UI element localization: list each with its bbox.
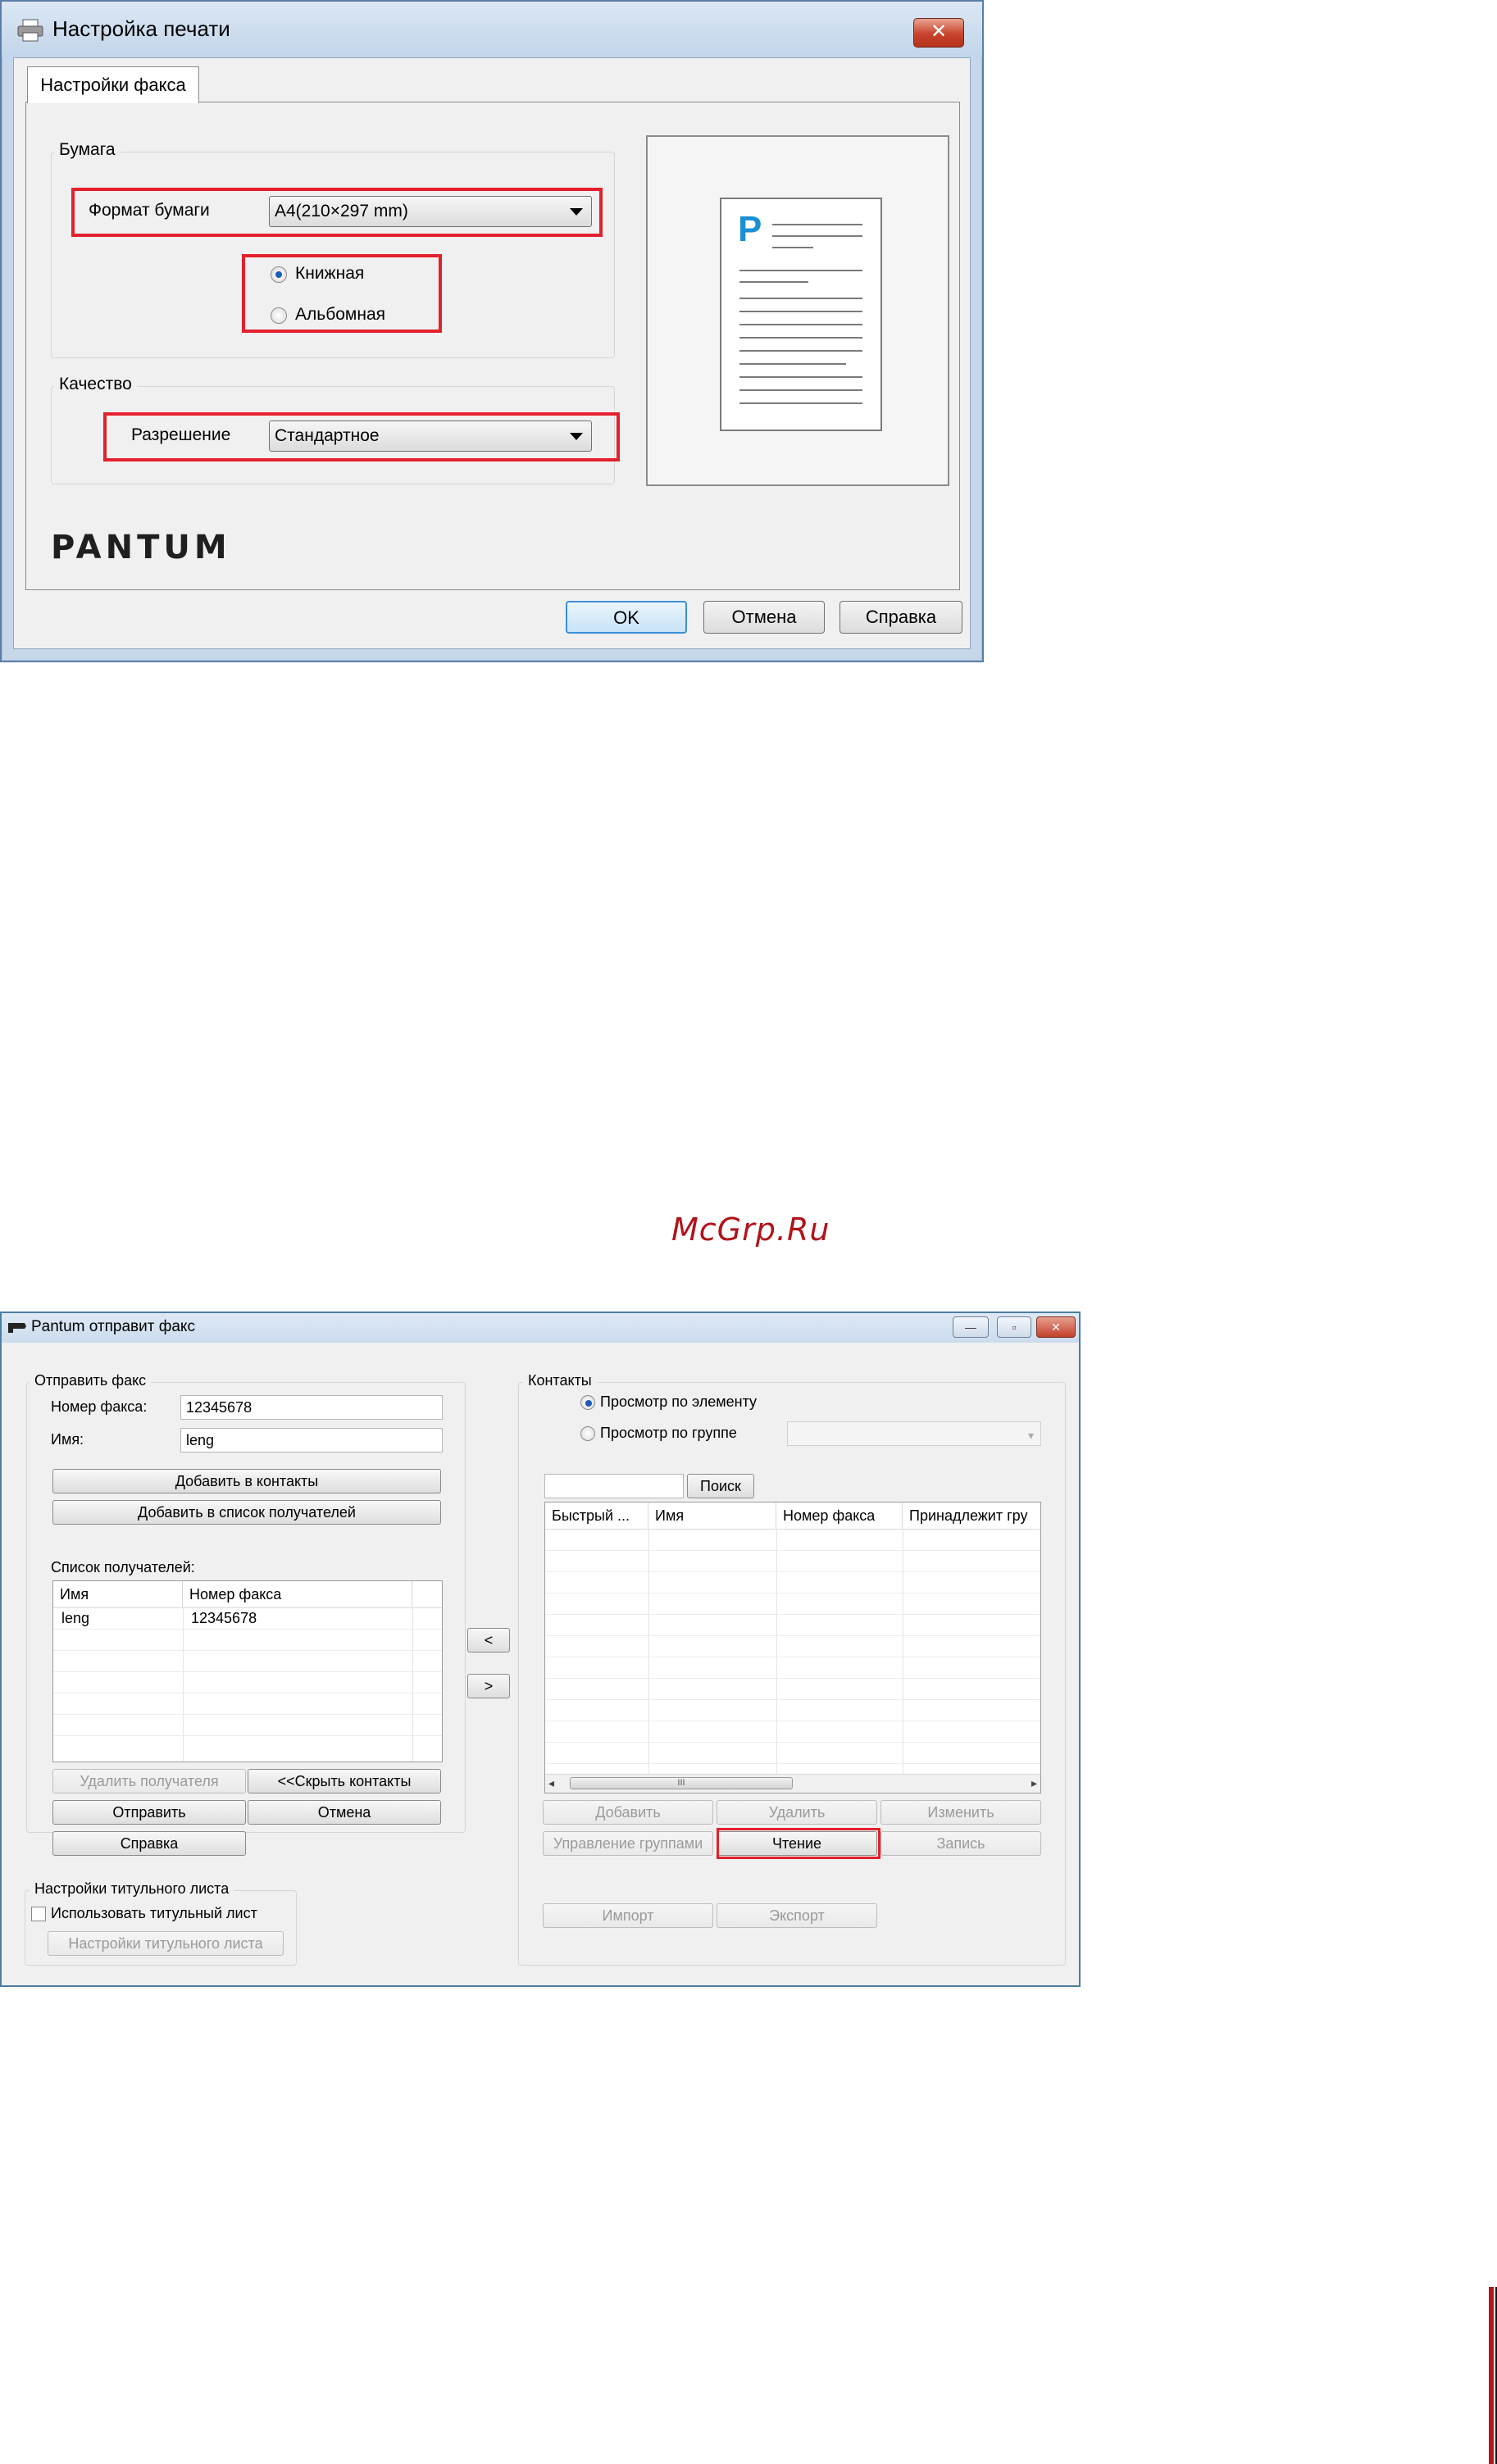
help-button[interactable]: Справка — [52, 1831, 246, 1856]
scroll-right-icon[interactable]: ▸ — [1031, 1776, 1037, 1790]
radio-portrait[interactable] — [271, 266, 287, 283]
landscape-label: Альбомная — [295, 305, 385, 324]
column-header-fax[interactable]: Номер факса — [776, 1502, 903, 1529]
table-row-fax[interactable]: 12345678 — [183, 1607, 257, 1629]
search-input[interactable] — [544, 1474, 684, 1498]
move-left-button[interactable]: < — [467, 1628, 510, 1653]
contacts-group-label: Контакты — [523, 1372, 597, 1389]
watermark-text: McGrp.Ru — [671, 1212, 830, 1248]
highlight-read-button — [717, 1828, 880, 1859]
table-row-name[interactable]: leng — [53, 1607, 89, 1629]
remove-recipient-button[interactable]: Удалить получателя — [52, 1769, 246, 1793]
use-cover-label: Использовать титульный лист — [51, 1905, 257, 1921]
add-to-recipients-button[interactable]: Добавить в список получателей — [52, 1500, 441, 1525]
recipients-label: Список получателей: — [51, 1559, 195, 1575]
ok-button[interactable]: OK — [566, 601, 687, 634]
name-input[interactable]: leng — [180, 1428, 443, 1452]
dropdown-arrow-icon — [570, 208, 583, 216]
portrait-label: Книжная — [295, 264, 365, 283]
column-header-speed-dial[interactable]: Быстрый ... — [545, 1502, 648, 1529]
cancel-button[interactable]: Отмена — [703, 601, 825, 634]
cover-page-group-label: Настройки титульного листа — [30, 1880, 234, 1898]
cover-settings-button[interactable]: Настройки титульного листа — [48, 1931, 284, 1956]
resolution-value: Стандартное — [275, 426, 380, 445]
delete-contact-button[interactable]: Удалить — [717, 1800, 877, 1825]
horizontal-scrollbar[interactable]: ◂ III ▸ — [545, 1774, 1040, 1793]
radio-view-by-group[interactable] — [580, 1426, 595, 1441]
add-contact-button[interactable]: Добавить — [543, 1800, 713, 1825]
window-title: Pantum отправит факс — [31, 1318, 195, 1335]
tab-fax-settings[interactable]: Настройки факса — [27, 66, 199, 103]
title-bar[interactable]: Pantum отправит факс — ▫ ✕ — [2, 1313, 1079, 1343]
printer-icon — [17, 19, 43, 42]
scroll-left-icon[interactable]: ◂ — [548, 1776, 554, 1790]
paper-group-label: Бумага — [54, 140, 121, 160]
minimize-button[interactable]: — — [953, 1316, 989, 1338]
restore-button[interactable]: ▫ — [997, 1316, 1031, 1338]
page-preview: P — [646, 135, 949, 486]
help-button[interactable]: Справка — [840, 601, 962, 634]
column-header-name[interactable]: Имя — [648, 1502, 776, 1529]
print-settings-window: Настройка печати ✕ Настройки факса Бумаг… — [0, 0, 984, 662]
title-bar[interactable]: Настройка печати ✕ — [2, 2, 982, 57]
edit-contact-button[interactable]: Изменить — [880, 1800, 1041, 1825]
paper-size-select[interactable]: A4(210×297 mm) — [269, 196, 592, 227]
send-button[interactable]: Отправить — [52, 1800, 246, 1825]
pantum-app-icon — [8, 1323, 26, 1333]
column-header-fax[interactable]: Номер факса — [183, 1581, 412, 1607]
paper-size-label: Формат бумаги — [89, 201, 210, 220]
contacts-table[interactable]: Быстрый ... Имя Номер факса Принадлежит … — [544, 1502, 1041, 1793]
page-edge-marker — [1489, 2287, 1494, 2464]
view-by-item-label: Просмотр по элементу — [600, 1393, 758, 1410]
dialog-client-area: Настройки факса Бумага Формат бумаги A4(… — [13, 57, 971, 649]
preview-page: P — [720, 198, 882, 431]
use-cover-checkbox[interactable] — [31, 1907, 46, 1921]
tab-panel: Бумага Формат бумаги A4(210×297 mm) Книж… — [25, 102, 960, 590]
close-button[interactable]: ✕ — [913, 18, 964, 48]
close-button[interactable]: ✕ — [1036, 1316, 1076, 1338]
view-by-group-label: Просмотр по группе — [600, 1425, 737, 1441]
window-title: Настройка печати — [52, 16, 230, 41]
column-header-name[interactable]: Имя — [53, 1581, 183, 1607]
dropdown-arrow-icon: ▾ — [1027, 1429, 1034, 1442]
resolution-label: Разрешение — [131, 425, 231, 444]
search-button[interactable]: Поиск — [687, 1474, 754, 1498]
preview-letter: P — [738, 209, 762, 249]
write-button[interactable]: Запись — [880, 1831, 1041, 1856]
resolution-select[interactable]: Стандартное — [269, 421, 592, 452]
pantum-logo: PANTUM — [51, 529, 231, 566]
column-header-group[interactable]: Принадлежит гру — [903, 1502, 1040, 1529]
name-label: Имя: — [51, 1431, 84, 1448]
fax-window: Pantum отправит факс — ▫ ✕ Отправить фак… — [0, 1312, 1081, 1987]
quality-group-label: Качество — [54, 375, 137, 394]
manage-groups-button[interactable]: Управление группами — [543, 1831, 713, 1856]
dropdown-arrow-icon — [570, 433, 583, 440]
export-button[interactable]: Экспорт — [717, 1903, 877, 1928]
radio-landscape[interactable] — [271, 307, 287, 324]
paper-size-value: A4(210×297 mm) — [275, 202, 408, 220]
table-header: Имя Номер факса — [53, 1581, 442, 1608]
scrollbar-thumb[interactable]: III — [570, 1777, 793, 1789]
fax-number-input[interactable]: 12345678 — [180, 1395, 443, 1420]
move-right-button[interactable]: > — [467, 1674, 510, 1698]
radio-view-by-item[interactable] — [580, 1395, 595, 1410]
group-select[interactable]: ▾ — [787, 1421, 1041, 1446]
import-button[interactable]: Импорт — [543, 1903, 713, 1928]
fax-number-label: Номер факса: — [51, 1398, 148, 1415]
table-header: Быстрый ... Имя Номер факса Принадлежит … — [545, 1502, 1040, 1530]
add-to-contacts-button[interactable]: Добавить в контакты — [52, 1469, 441, 1493]
cancel-button[interactable]: Отмена — [248, 1800, 441, 1825]
send-fax-group-label: Отправить факс — [30, 1372, 152, 1389]
recipients-table[interactable]: Имя Номер факса leng 12345678 — [52, 1580, 443, 1762]
hide-contacts-button[interactable]: <<Скрыть контакты — [248, 1769, 441, 1793]
